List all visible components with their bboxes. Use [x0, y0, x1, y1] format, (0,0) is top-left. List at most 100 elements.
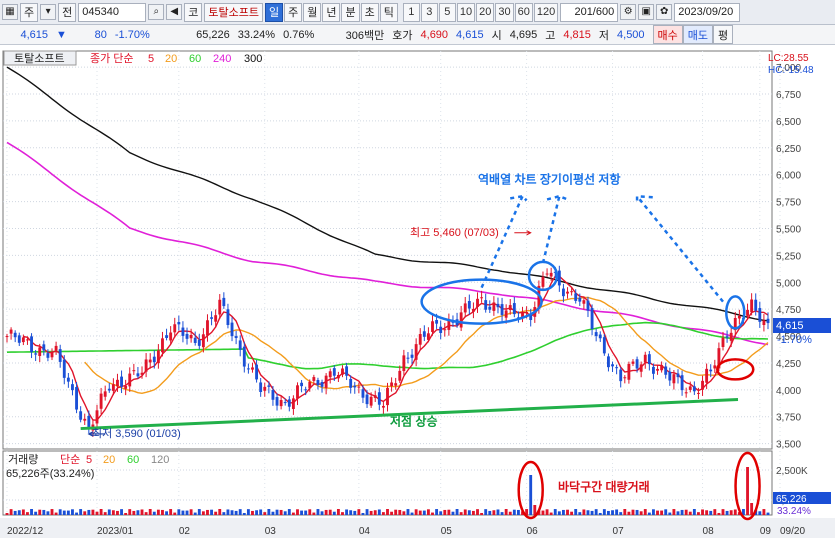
interval-tab-10[interactable]: 10 [456, 2, 476, 22]
volume-bar [26, 512, 29, 515]
volume-bar [607, 510, 610, 515]
chart-area[interactable]: 3,500 3,750 4,000 4,250 4,500 4,750 5,000 5,250… [0, 45, 835, 538]
volume-bar [13, 510, 17, 515]
candle-body [709, 369, 713, 372]
sell-button[interactable]: 매도 [682, 25, 714, 44]
volume-bar [136, 510, 140, 515]
interval-tab-20[interactable]: 20 [476, 2, 495, 22]
y-tick-label: 6,000 [776, 171, 801, 182]
y-tick-label: 6,750 [776, 90, 801, 101]
volume-bar [643, 509, 647, 515]
code-input[interactable]: 045340 [78, 2, 147, 22]
candle-body [332, 368, 336, 376]
volume-bar [161, 509, 164, 515]
x-tick-label: 03 [265, 526, 277, 537]
candle-body [161, 338, 164, 353]
current-price: 4,615 [20, 28, 48, 41]
volume-bar [79, 509, 83, 515]
candle-body [345, 366, 349, 376]
candle-body [525, 311, 529, 313]
price-box-change: -1.70% [777, 334, 812, 346]
grid-icon[interactable]: ▦ [2, 4, 18, 20]
sound-icon[interactable]: ◀ [166, 4, 183, 20]
volume-bar [54, 512, 58, 515]
volume-bar [390, 511, 394, 515]
interval-tab-5[interactable]: 5 [438, 2, 456, 22]
candle-body [9, 329, 13, 334]
candle-body [729, 332, 733, 341]
candle-body [251, 367, 254, 370]
candle-body [107, 388, 111, 391]
y-tick-label: 4,750 [776, 305, 801, 316]
candle-body [422, 331, 426, 337]
volume-bar [177, 509, 181, 515]
candle-body [631, 361, 635, 364]
volume-bar [95, 511, 99, 515]
volume-bar [705, 510, 709, 515]
volume-bar [111, 510, 115, 515]
volume-bar [381, 512, 385, 515]
date-input[interactable]: 2023/09/20 [674, 2, 741, 22]
interval-tab-1[interactable]: 1 [402, 2, 420, 22]
count-input[interactable]: 201/600 [560, 2, 619, 22]
open-price: 4,695 [509, 28, 538, 41]
candle-body [218, 299, 222, 315]
period-tab-6[interactable]: 틱 [379, 2, 398, 22]
period-tab-4[interactable]: 분 [341, 2, 360, 22]
volume-bar [193, 512, 197, 515]
interval-tab-30[interactable]: 30 [495, 2, 514, 22]
y-tick-label: 4,250 [776, 359, 801, 370]
candle-body [300, 382, 304, 387]
period-tab-1[interactable]: 주 [284, 2, 303, 22]
price-chart[interactable]: 3,5003,7504,0004,2504,5004,7505,0005,250… [0, 45, 835, 538]
period-tab-5[interactable]: 초 [360, 2, 379, 22]
candle-body [607, 356, 610, 368]
volume-bar [549, 512, 553, 515]
volume-bar [733, 509, 737, 515]
resistance-arrow [541, 194, 568, 264]
volume-bar [647, 512, 651, 515]
buy-button[interactable]: 매수 [652, 25, 683, 44]
volume-bar [181, 510, 185, 515]
candle-body [238, 340, 242, 350]
candle-body [26, 339, 29, 341]
period-tab-2[interactable]: 월 [303, 2, 322, 22]
volume-bar [635, 509, 639, 515]
market-select[interactable]: 주 [20, 2, 39, 22]
volume-bar [197, 509, 201, 515]
y-tick-label: 4,000 [776, 386, 801, 397]
volume-bar [328, 509, 332, 515]
candle-body [697, 392, 700, 394]
interval-tab-120[interactable]: 120 [533, 2, 559, 22]
volume-legend-ma-20: 20 [103, 454, 115, 466]
volume-bar [500, 512, 504, 515]
search-icon[interactable]: ⌕ [148, 4, 165, 20]
quote-bar: 4,615 ▼ 80 -1.70% 65,226 33.24% 0.76% 30… [0, 25, 835, 45]
volume-bar [275, 509, 279, 515]
candle-body [725, 336, 729, 338]
period-tab-3[interactable]: 년 [322, 2, 341, 22]
gear-icon[interactable]: ✿ [656, 4, 673, 20]
volume-bar [488, 510, 492, 515]
candle-body [287, 399, 291, 407]
candle-body [602, 337, 606, 354]
candle-body [267, 385, 271, 387]
save-icon[interactable]: ▣ [638, 4, 655, 20]
period-tab-0[interactable]: 일 [264, 2, 284, 22]
interval-tab-60[interactable]: 60 [514, 2, 533, 22]
chevron-down-icon[interactable]: ▾ [40, 4, 57, 20]
turnover-pct: 33.24% [237, 28, 276, 41]
volume-bar [602, 509, 606, 515]
candle-body [692, 386, 696, 392]
volume-bar [459, 512, 463, 515]
candle-body [246, 368, 250, 370]
legend-ma-240: 240 [213, 53, 231, 65]
volume-bar [116, 510, 119, 515]
candle-body [263, 386, 267, 391]
chart-settings-icon[interactable]: ⚙ [620, 4, 637, 20]
period-button[interactable]: 전 [58, 2, 77, 22]
volume-bar [443, 509, 447, 515]
interval-tab-3[interactable]: 3 [420, 2, 438, 22]
volume-bar [173, 512, 177, 515]
eval-button[interactable]: 평 [713, 25, 734, 44]
